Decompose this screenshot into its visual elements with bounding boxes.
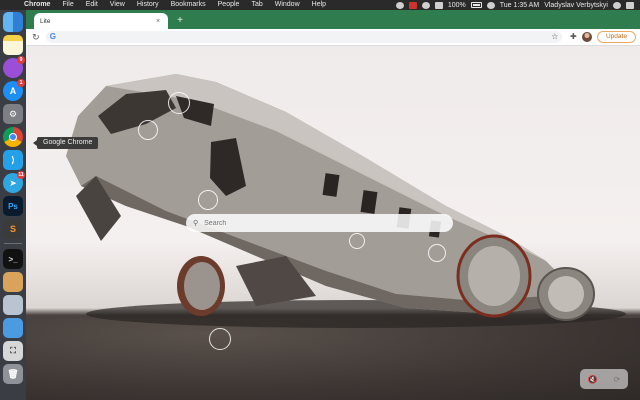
search-icon: ⚲ <box>193 220 199 227</box>
app-store-icon[interactable]: A 1 <box>3 79 25 101</box>
dock: 9 A 1 ⚙ ⟩ ➤ 11 Ps S >_ ⛶ 🗑 <box>0 10 26 400</box>
search-input[interactable] <box>204 219 435 227</box>
menu-window[interactable]: Window <box>269 0 306 10</box>
menu-history[interactable]: History <box>131 0 165 10</box>
browser-toolbar: ↻ G ☆ ✚ Update <box>26 29 640 46</box>
telegram-icon[interactable]: ➤ 11 <box>3 171 25 193</box>
menu-clock[interactable]: Tue 1:35 AM <box>500 2 539 9</box>
system-preferences-icon[interactable]: ⚙ <box>3 104 23 124</box>
chrome-icon[interactable] <box>3 127 23 147</box>
extensions-icon[interactable]: ✚ <box>568 32 578 42</box>
page-viewport: ⚲ 🔇 ⟳ <box>26 46 640 400</box>
reload-icon[interactable]: ↻ <box>30 31 42 43</box>
close-tab-icon[interactable]: × <box>154 18 162 25</box>
screenshot-icon[interactable]: ⛶ <box>3 341 23 361</box>
google-icon: G <box>49 32 56 41</box>
flag-icon[interactable] <box>408 1 417 9</box>
dock-tooltip: Google Chrome <box>32 137 99 149</box>
spotlight-icon[interactable] <box>613 1 621 9</box>
media-controls: 🔇 ⟳ <box>580 369 628 389</box>
menu-people[interactable]: People <box>212 0 246 10</box>
status-icon[interactable] <box>421 1 430 9</box>
browser-window: Lite × + ↻ G ☆ ✚ Update ⚲ Search 🔇 ⟳ <box>26 10 640 400</box>
podcasts-badge: 9 <box>17 56 25 64</box>
terminal-icon[interactable]: >_ <box>3 249 23 269</box>
sublime-text-icon[interactable]: S <box>3 219 23 239</box>
status-icon[interactable] <box>486 1 495 9</box>
vscode-icon[interactable]: ⟩ <box>3 150 23 170</box>
notes-stack-icon[interactable] <box>3 272 23 292</box>
menu-edit[interactable]: Edit <box>80 0 104 10</box>
tab-title: Lite <box>40 17 51 25</box>
menu-tab[interactable]: Tab <box>245 0 268 10</box>
sparkle-ring <box>198 190 218 210</box>
search-bar[interactable]: ⚲ <box>186 214 453 232</box>
menu-view[interactable]: View <box>104 0 131 10</box>
mac-menu-bar: Chrome File Edit View History Bookmarks … <box>0 0 640 10</box>
preview-icon[interactable] <box>3 295 23 315</box>
mute-icon[interactable]: 🔇 <box>588 375 598 384</box>
sparkle-ring <box>168 92 190 114</box>
refresh-icon[interactable]: ⟳ <box>613 375 620 384</box>
finder-icon[interactable] <box>3 12 23 32</box>
notes-icon[interactable] <box>3 35 23 55</box>
menu-app-name[interactable]: Chrome <box>16 0 56 10</box>
wifi-icon[interactable] <box>434 1 443 9</box>
tab-lite[interactable]: Lite × <box>34 13 168 29</box>
photoshop-icon[interactable]: Ps <box>3 196 23 216</box>
podcasts-icon[interactable]: 9 <box>3 56 25 78</box>
app-store-badge: 1 <box>17 79 25 87</box>
status-icon[interactable] <box>395 1 404 9</box>
trash-icon[interactable]: 🗑 <box>3 364 23 384</box>
sparkle-ring <box>428 244 446 262</box>
new-tab-icon[interactable]: + <box>174 15 186 27</box>
sparkle-ring <box>349 233 365 249</box>
tab-strip: Lite × + <box>26 10 640 29</box>
battery-percent: 100% <box>447 1 466 9</box>
profile-avatar[interactable] <box>582 32 592 42</box>
bookmark-star-icon[interactable]: ☆ <box>551 31 558 43</box>
telegram-badge: 11 <box>17 171 25 179</box>
sparkle-ring <box>138 120 158 140</box>
update-button[interactable]: Update <box>596 31 636 43</box>
menu-bookmarks[interactable]: Bookmarks <box>165 0 212 10</box>
folder-icon[interactable] <box>3 318 23 338</box>
notification-center-icon[interactable] <box>626 1 634 9</box>
menu-file[interactable]: File <box>56 0 79 10</box>
menu-user-name[interactable]: Vladyslav Verbytskyi <box>544 2 608 9</box>
dock-separator <box>4 243 22 244</box>
sparkle-ring <box>209 328 231 350</box>
menu-help[interactable]: Help <box>306 0 332 10</box>
address-bar[interactable]: G ☆ <box>45 31 563 43</box>
battery-icon[interactable] <box>470 2 482 8</box>
